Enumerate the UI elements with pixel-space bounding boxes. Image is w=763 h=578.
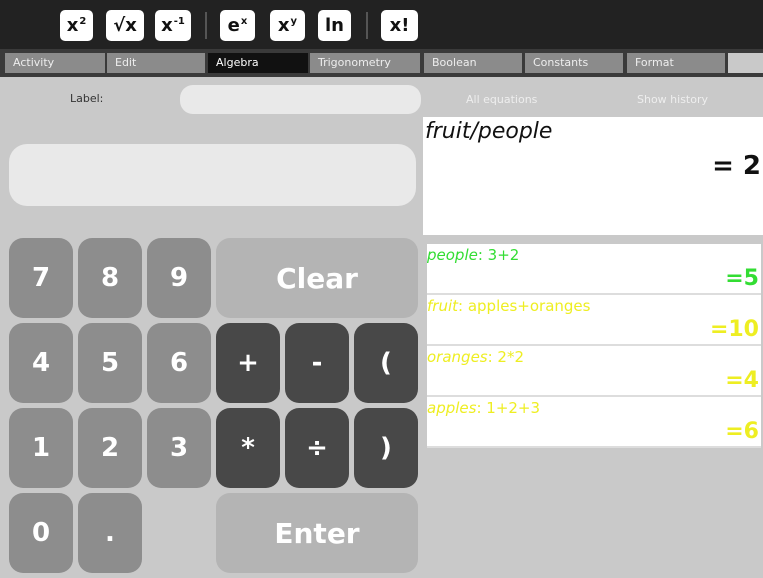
clear-button[interactable]: Clear: [216, 238, 418, 318]
minus-key[interactable]: -: [285, 323, 349, 403]
history-list: people: 3+2 =5 fruit: apples+oranges =10…: [427, 244, 761, 448]
exp-button-sup: x: [240, 16, 248, 27]
key-3[interactable]: 3: [147, 408, 211, 488]
inverse-button[interactable]: x -1: [155, 10, 191, 41]
right-paren-key[interactable]: ): [354, 408, 418, 488]
factorial-button-label: x!: [389, 15, 410, 36]
key-4[interactable]: 4: [9, 323, 73, 403]
key-8[interactable]: 8: [78, 238, 142, 318]
tab-activity[interactable]: Activity: [5, 53, 105, 73]
history-label: people: 3+2: [427, 246, 519, 264]
tab-spacer: [728, 53, 763, 73]
history-var-name: apples: [427, 399, 477, 417]
enter-button[interactable]: Enter: [216, 493, 418, 573]
history-result: =4: [725, 368, 759, 393]
toolbar-separator: [205, 12, 207, 39]
tab-format[interactable]: Format: [627, 53, 725, 73]
sqrt-button[interactable]: √x: [106, 10, 144, 41]
key-6[interactable]: 6: [147, 323, 211, 403]
history-expression: : 1+2+3: [476, 399, 541, 417]
all-equations-button[interactable]: All equations: [466, 93, 537, 106]
left-paren-key[interactable]: (: [354, 323, 418, 403]
tab-boolean[interactable]: Boolean: [424, 53, 522, 73]
key-1[interactable]: 1: [9, 408, 73, 488]
key-2[interactable]: 2: [78, 408, 142, 488]
history-result: =5: [725, 266, 759, 291]
history-expression: : 2*2: [487, 348, 525, 366]
show-history-button[interactable]: Show history: [637, 93, 708, 106]
label-caption: Label:: [70, 92, 104, 105]
exp-button-label: e: [227, 15, 240, 36]
exp-button[interactable]: ex: [220, 10, 255, 41]
tab-bar: Activity Edit Algebra Trigonometry Boole…: [0, 49, 763, 77]
tab-trigonometry[interactable]: Trigonometry: [310, 53, 420, 73]
history-label: apples: 1+2+3: [427, 399, 540, 417]
factorial-button[interactable]: x!: [381, 10, 418, 41]
history-var-name: oranges: [427, 348, 488, 366]
history-var-name: people: [427, 246, 478, 264]
history-expression: : apples+oranges: [458, 297, 591, 315]
plus-key[interactable]: +: [216, 323, 280, 403]
history-item[interactable]: people: 3+2 =5: [427, 244, 761, 295]
history-item[interactable]: apples: 1+2+3 =6: [427, 397, 761, 448]
label-input[interactable]: [180, 85, 421, 114]
tab-edit[interactable]: Edit: [107, 53, 205, 73]
history-item[interactable]: oranges: 2*2 =4: [427, 346, 761, 397]
square-button[interactable]: x2: [60, 10, 93, 41]
inverse-button-label: x: [161, 15, 173, 36]
multiply-key[interactable]: *: [216, 408, 280, 488]
history-label: oranges: 2*2: [427, 348, 524, 366]
key-7[interactable]: 7: [9, 238, 73, 318]
key-9[interactable]: 9: [147, 238, 211, 318]
toolbar-separator: [366, 12, 368, 39]
square-button-sup: 2: [79, 16, 87, 27]
power-button-sup: y: [290, 16, 298, 27]
key-0[interactable]: 0: [9, 493, 73, 573]
history-expression: : 3+2: [477, 246, 520, 264]
decimal-point-key[interactable]: .: [78, 493, 142, 573]
result-panel: fruit/people = 2: [423, 117, 763, 235]
square-button-label: x: [66, 15, 79, 36]
history-result: =10: [709, 317, 759, 342]
toolbar: x2 √x x -1 ex xy ln x!: [0, 0, 763, 49]
history-result: =6: [725, 419, 759, 444]
result-value: = 2: [712, 151, 761, 181]
sqrt-button-label: √x: [113, 15, 137, 36]
inverse-button-sup: -1: [173, 16, 185, 27]
ln-button-label: ln: [325, 15, 344, 36]
tab-algebra[interactable]: Algebra: [208, 53, 308, 73]
history-label: fruit: apples+oranges: [427, 297, 590, 315]
result-expression: fruit/people: [425, 119, 553, 144]
tab-constants[interactable]: Constants: [525, 53, 623, 73]
key-5[interactable]: 5: [78, 323, 142, 403]
expression-entry[interactable]: [9, 144, 416, 206]
history-item[interactable]: fruit: apples+oranges =10: [427, 295, 761, 346]
ln-button[interactable]: ln: [318, 10, 351, 41]
divide-key[interactable]: ÷: [285, 408, 349, 488]
power-button[interactable]: xy: [270, 10, 305, 41]
history-var-name: fruit: [427, 297, 459, 315]
power-button-label: x: [277, 15, 290, 36]
